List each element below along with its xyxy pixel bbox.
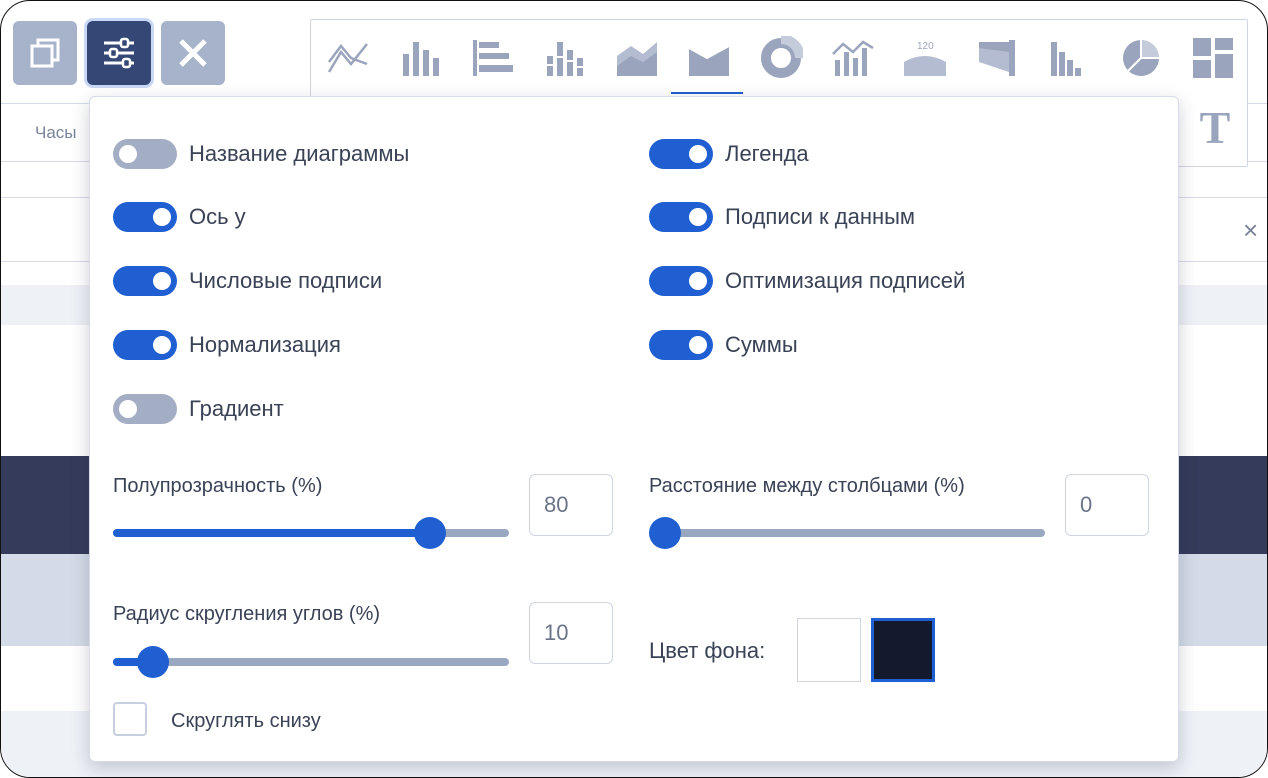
opacity-slider-thumb[interactable] <box>413 517 446 549</box>
combo-chart-icon[interactable] <box>829 34 877 82</box>
background-color-swatch-white[interactable] <box>797 618 861 682</box>
label-optimization-label: Оптимизация подписей <box>725 268 966 293</box>
gradient-label: Градиент <box>189 396 284 421</box>
y-axis-label: Ось y <box>189 204 246 229</box>
normalization-toggle[interactable] <box>113 330 177 360</box>
close-icon[interactable]: × <box>1243 213 1267 247</box>
toggle-row-normalization[interactable]: Нормализация <box>113 330 341 360</box>
opacity-label: Полупрозрачность (%) <box>113 475 323 497</box>
round-bottom-checkbox[interactable] <box>113 702 147 736</box>
number-labels-toggle[interactable] <box>113 266 177 296</box>
number-labels-label: Числовые подписи <box>189 268 383 293</box>
chart-title-label: Название диаграммы <box>189 141 410 166</box>
toggle-row-legend[interactable]: Легенда <box>649 139 809 169</box>
bar-gap-input[interactable]: 0 <box>1065 474 1149 536</box>
chart-title-toggle[interactable] <box>113 139 177 169</box>
toggle-row-y-axis[interactable]: Ось y <box>113 202 246 232</box>
close-button[interactable] <box>161 21 225 85</box>
sliders-icon <box>104 37 134 69</box>
round-bottom-label: Скруглять снизу <box>171 710 321 732</box>
copy-icon <box>30 38 60 68</box>
funnel-chart-icon[interactable] <box>973 34 1021 82</box>
background-color-label: Цвет фона: <box>649 638 766 663</box>
opacity-slider-fill <box>113 529 430 537</box>
opacity-slider[interactable] <box>113 517 509 549</box>
toggle-row-chart-title[interactable]: Название диаграммы <box>113 139 409 169</box>
corner-radius-input[interactable]: 10 <box>529 602 613 664</box>
stacked-area-chart-icon[interactable] <box>685 34 733 82</box>
gauge-badge: 120 <box>917 41 934 52</box>
pie-chart-icon[interactable] <box>1117 34 1165 82</box>
opacity-input[interactable]: 80 <box>529 474 613 536</box>
toggle-row-label-optimization[interactable]: Оптимизация подписей <box>649 266 965 296</box>
bar-gap-label: Расстояние между столбцами (%) <box>649 475 965 497</box>
toggle-row-data-labels[interactable]: Подписи к данным <box>649 202 915 232</box>
histogram-chart-icon[interactable] <box>1045 34 1093 82</box>
copy-button[interactable] <box>13 21 77 85</box>
legend-toggle[interactable] <box>649 139 713 169</box>
data-labels-label: Подписи к данным <box>725 204 916 229</box>
app-window: Часы × 120 T Название диаграммы Ось y Чи… <box>0 0 1268 778</box>
gauge-chart-icon[interactable]: 120 <box>901 34 949 82</box>
stacked-bar-chart-icon[interactable] <box>541 34 589 82</box>
toggle-row-totals[interactable]: Суммы <box>649 330 798 360</box>
active-chart-type-indicator <box>671 92 743 94</box>
background-color-swatch-dark[interactable] <box>871 618 935 682</box>
donut-chart-icon[interactable] <box>757 34 805 82</box>
corner-radius-slider-thumb[interactable] <box>136 646 169 678</box>
normalization-label: Нормализация <box>189 332 341 357</box>
tab-hours[interactable]: Часы <box>35 123 77 143</box>
area-chart-icon[interactable] <box>613 34 661 82</box>
totals-label: Суммы <box>725 332 798 357</box>
corner-radius-label: Радиус скругления углов (%) <box>113 603 381 625</box>
treemap-chart-icon[interactable] <box>1189 34 1237 82</box>
chart-settings-button[interactable] <box>87 21 151 85</box>
bar-gap-slider-thumb[interactable] <box>649 517 681 549</box>
text-tool-button[interactable]: T <box>1191 104 1239 152</box>
close-icon <box>179 39 207 67</box>
chart-settings-panel: Название диаграммы Ось y Числовые подпис… <box>89 96 1179 762</box>
bar-chart-icon[interactable] <box>397 34 445 82</box>
bar-gap-slider[interactable] <box>649 517 1045 549</box>
corner-radius-slider[interactable] <box>113 646 509 678</box>
horizontal-bar-chart-icon[interactable] <box>469 34 517 82</box>
totals-toggle[interactable] <box>649 330 713 360</box>
y-axis-toggle[interactable] <box>113 202 177 232</box>
toggle-row-gradient[interactable]: Градиент <box>113 394 284 424</box>
legend-label: Легенда <box>725 141 809 166</box>
label-optimization-toggle[interactable] <box>649 266 713 296</box>
data-labels-toggle[interactable] <box>649 202 713 232</box>
toggle-row-number-labels[interactable]: Числовые подписи <box>113 266 382 296</box>
gradient-toggle[interactable] <box>113 394 177 424</box>
line-chart-icon[interactable] <box>325 34 373 82</box>
